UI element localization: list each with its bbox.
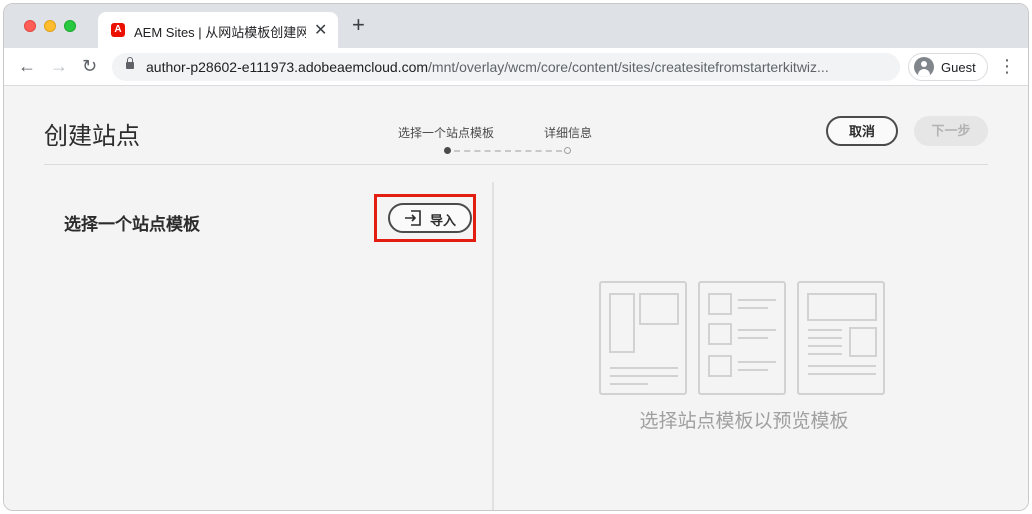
step-indicator-inactive [564,147,571,154]
step-indicator-active [444,147,451,154]
header-divider [44,164,988,165]
window-minimize-button[interactable] [44,20,56,32]
address-bar[interactable]: author-p28602-e111973.adobeaemcloud.com/… [112,53,900,81]
import-label: 导入 [430,213,457,228]
template-preview-illustration [599,281,885,395]
browser-menu-icon[interactable]: ⋮ [998,56,1016,76]
step-label-template: 选择一个站点模板 [398,126,495,140]
cancel-button[interactable]: 取消 [826,116,898,146]
template-list-panel: 选择一个站点模板 导入 [4,182,492,510]
lock-icon [126,57,134,69]
stepper-track [454,150,562,152]
new-tab-button[interactable]: + [352,14,365,36]
avatar-icon [914,57,934,77]
browser-toolbar: ← → ↻ author-p28602-e111973.adobeaemclou… [4,48,1028,86]
tab-strip: A AEM Sites | 从网站模板创建网站 ✕ + [4,4,1028,48]
tab-close-icon[interactable]: ✕ [314,20,327,40]
window-close-button[interactable] [24,20,36,32]
forward-button[interactable]: → [50,56,68,76]
create-site-page: 创建站点 选择一个站点模板 详细信息 取消 下一步 选择一个站点模板 导入 选择… [4,86,1028,510]
step-label-details: 详细信息 [544,126,593,140]
import-button[interactable]: 导入 [388,203,472,233]
url-host: author-p28602-e111973.adobeaemcloud.com [146,59,429,75]
profile-button[interactable]: Guest [908,53,988,81]
panel-divider [492,182,494,510]
reload-button[interactable]: ↻ [82,56,97,76]
preview-placeholder-text: 选择站点模板以预览模板 [639,411,849,432]
back-button[interactable]: ← [18,56,36,76]
window-maximize-button[interactable] [64,20,76,32]
url-text[interactable]: author-p28602-e111973.adobeaemcloud.com/… [146,59,829,75]
next-button[interactable]: 下一步 [914,116,988,146]
browser-window: A AEM Sites | 从网站模板创建网站 ✕ + ← → ↻ author… [3,3,1029,511]
url-path: /mnt/overlay/wcm/core/content/sites/crea… [428,59,829,75]
browser-tab[interactable]: A AEM Sites | 从网站模板创建网站 ✕ [98,12,338,48]
adobe-icon: A [111,23,125,37]
tab-title: AEM Sites | 从网站模板创建网站 [134,25,306,40]
panel-heading: 选择一个站点模板 [64,215,200,234]
profile-label: Guest [941,60,976,75]
import-icon [405,210,421,226]
page-title: 创建站点 [44,123,140,150]
